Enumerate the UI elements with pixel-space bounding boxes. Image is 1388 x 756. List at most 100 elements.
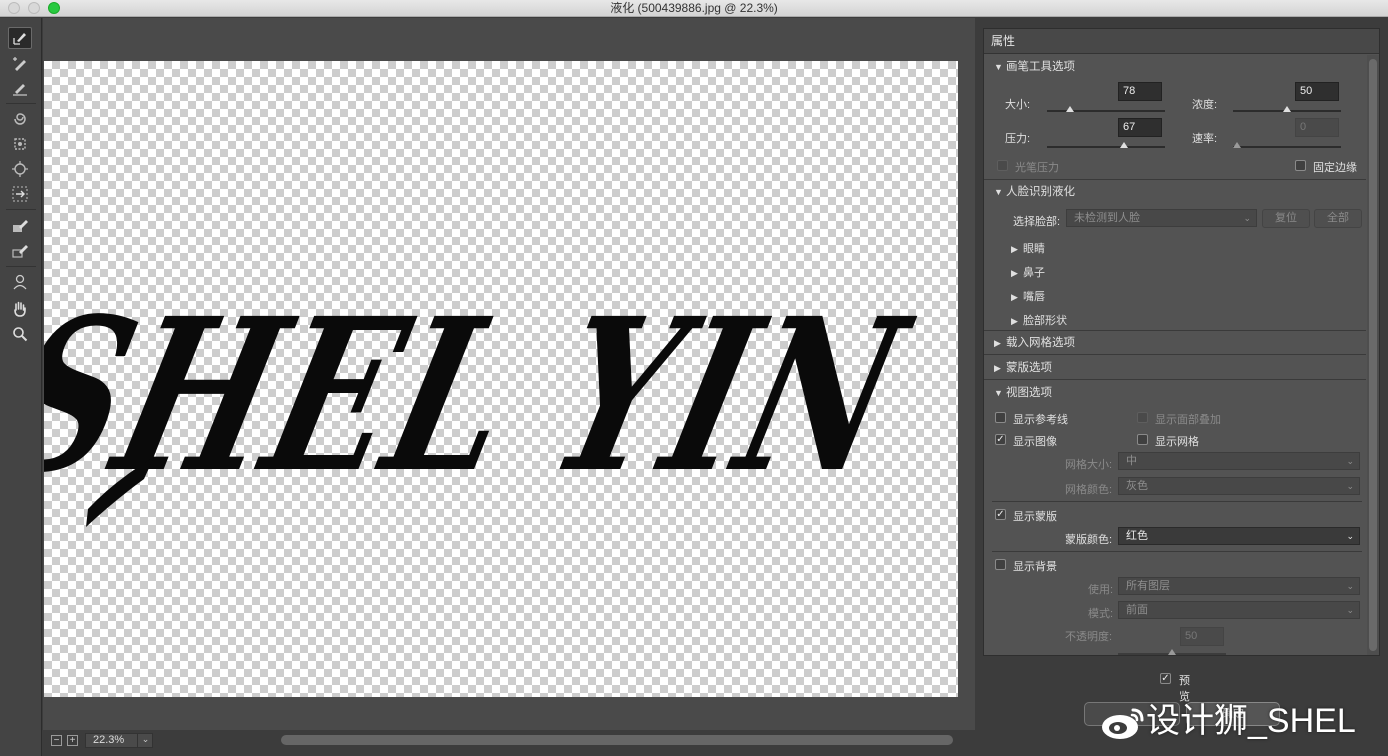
section-brush-tool-options[interactable]: ▼ 画笔工具选项 <box>984 55 1366 79</box>
subsection-label: 脸部形状 <box>1023 315 1067 327</box>
triangle-right-icon: ▶ <box>1011 244 1018 254</box>
zoom-in-button[interactable]: + <box>67 735 78 746</box>
rate-slider[interactable] <box>1233 142 1341 148</box>
show-face-overlay-label: 显示面部叠加 <box>1155 414 1221 426</box>
show-face-overlay-checkbox[interactable] <box>1137 412 1148 423</box>
pucker-tool[interactable] <box>8 133 32 155</box>
face-all-button[interactable]: 全部 <box>1314 209 1362 228</box>
mesh-color-dropdown[interactable]: 灰色 ⌄ <box>1118 477 1360 495</box>
chevron-down-icon: ⌄ <box>1243 213 1251 223</box>
horizontal-scrollbar-thumb[interactable] <box>281 735 953 745</box>
rate-label: 速率: <box>1192 133 1218 145</box>
panel-vertical-scrollbar[interactable] <box>1367 55 1379 655</box>
properties-panel: 属性 ▼ 画笔工具选项 大小: 78 浓度: 50 压力: 67 速率: 0 光笔… <box>983 28 1380 656</box>
push-left-tool[interactable] <box>8 183 32 205</box>
horizontal-scrollbar[interactable] <box>275 735 965 745</box>
title-bar: 液化 (500439886.jpg @ 22.3%) <box>0 0 1388 17</box>
window-zoom-button[interactable] <box>48 2 60 14</box>
freeze-mask-icon <box>13 220 28 232</box>
freeze-mask-tool[interactable] <box>8 215 32 237</box>
reconstruct-tool[interactable] <box>8 53 32 75</box>
subsection-mouth[interactable]: ▶ 嘴唇 <box>1011 288 1045 304</box>
show-mesh-checkbox[interactable] <box>1137 434 1148 445</box>
subsection-nose[interactable]: ▶ 鼻子 <box>1011 264 1045 280</box>
mesh-size-label: 网格大小: <box>1065 459 1113 471</box>
show-mask-checkbox[interactable]: ✓ <box>995 509 1006 520</box>
subsection-eyes[interactable]: ▶ 眼睛 <box>1011 240 1045 256</box>
mesh-size-value: 中 <box>1126 455 1137 467</box>
pin-edges-checkbox[interactable] <box>1295 160 1306 171</box>
section-header-label: 画笔工具选项 <box>1006 61 1075 73</box>
rate-slider-thumb[interactable] <box>1233 142 1241 148</box>
smooth-tool[interactable] <box>8 77 32 99</box>
section-header-label: 视图选项 <box>1006 387 1052 399</box>
opacity-input[interactable]: 50 <box>1180 627 1224 646</box>
face-tool[interactable] <box>8 271 32 293</box>
hand-tool[interactable] <box>8 298 32 320</box>
twirl-icon <box>14 113 26 125</box>
window-close-button[interactable] <box>8 2 20 14</box>
use-value: 所有图层 <box>1126 580 1170 592</box>
status-bar: − + 22.3% ⌄ <box>43 730 975 756</box>
subsection-label: 嘴唇 <box>1023 291 1045 303</box>
artwork-text: SHEL YIN <box>44 273 928 519</box>
select-face-dropdown[interactable]: 未检测到人脸 ⌄ <box>1066 209 1257 227</box>
size-input[interactable]: 78 <box>1118 82 1162 101</box>
density-slider[interactable] <box>1233 106 1341 112</box>
stylus-pressure-checkbox[interactable] <box>997 160 1008 171</box>
mesh-size-dropdown[interactable]: 中 ⌄ <box>1118 452 1360 470</box>
mask-color-label: 蒙版颜色: <box>1065 534 1113 546</box>
triangle-right-icon: ▶ <box>994 363 1001 373</box>
section-view-options[interactable]: ▼ 视图选项 <box>984 381 1366 405</box>
pressure-slider[interactable] <box>1047 142 1165 148</box>
weibo-logo-icon <box>1102 708 1144 740</box>
zoom-out-button[interactable]: − <box>51 735 62 746</box>
preview-checkbox[interactable]: ✓ <box>1160 673 1171 684</box>
show-image-checkbox[interactable]: ✓ <box>995 434 1006 445</box>
chevron-down-icon: ⌄ <box>1346 531 1354 541</box>
watermark: 设计狮_SHEL <box>1100 698 1382 744</box>
opacity-slider[interactable] <box>1118 649 1226 655</box>
use-dropdown[interactable]: 所有图层 ⌄ <box>1118 577 1360 595</box>
zoom-tool[interactable] <box>8 323 32 345</box>
smooth-brush-icon <box>13 84 27 96</box>
face-reset-button[interactable]: 复位 <box>1262 209 1310 228</box>
panel-scrollbar-thumb[interactable] <box>1369 59 1377 651</box>
pressure-slider-thumb[interactable] <box>1120 142 1128 148</box>
opacity-slider-thumb[interactable] <box>1168 649 1176 655</box>
brush-lettering-artwork: SHEL YIN <box>44 273 928 527</box>
show-backdrop-label: 显示背景 <box>1013 561 1057 573</box>
mask-color-dropdown[interactable]: 红色 ⌄ <box>1118 527 1360 545</box>
show-guides-checkbox[interactable] <box>995 412 1006 423</box>
section-face-aware-liquify[interactable]: ▼ 人脸识别液化 <box>984 180 1366 204</box>
size-label: 大小: <box>1005 99 1031 111</box>
pressure-input[interactable]: 67 <box>1118 118 1162 137</box>
tool-panel <box>0 18 42 756</box>
section-mask-options[interactable]: ▶ 蒙版选项 <box>984 356 1366 380</box>
section-header-label: 蒙版选项 <box>1006 362 1052 374</box>
thaw-mask-icon <box>12 245 28 258</box>
chevron-down-icon[interactable]: ⌄ <box>137 733 153 748</box>
push-left-icon <box>12 186 28 202</box>
mode-dropdown[interactable]: 前面 ⌄ <box>1118 601 1360 619</box>
forward-warp-icon <box>13 33 26 45</box>
section-load-mesh-options[interactable]: ▶ 载入网格选项 <box>984 331 1366 355</box>
density-slider-thumb[interactable] <box>1283 106 1291 112</box>
window-minimize-button[interactable] <box>28 2 40 14</box>
subsection-label: 眼睛 <box>1023 243 1045 255</box>
forward-warp-tool[interactable] <box>8 27 32 49</box>
chevron-down-icon: ⌄ <box>1346 481 1354 491</box>
twirl-clockwise-tool[interactable] <box>8 108 32 130</box>
document-canvas[interactable]: SHEL YIN <box>44 61 958 697</box>
mask-color-value: 红色 <box>1126 530 1148 542</box>
canvas-area[interactable]: SHEL YIN <box>43 18 975 730</box>
subsection-face-shape[interactable]: ▶ 脸部形状 <box>1011 312 1067 328</box>
rate-input[interactable]: 0 <box>1295 118 1339 137</box>
show-backdrop-checkbox[interactable] <box>995 559 1006 570</box>
size-slider-thumb[interactable] <box>1066 106 1074 112</box>
size-slider[interactable] <box>1047 106 1165 112</box>
bloat-tool[interactable] <box>8 158 32 180</box>
thaw-mask-tool[interactable] <box>8 240 32 262</box>
density-input[interactable]: 50 <box>1295 82 1339 101</box>
reconstruct-brush-icon <box>13 57 26 71</box>
